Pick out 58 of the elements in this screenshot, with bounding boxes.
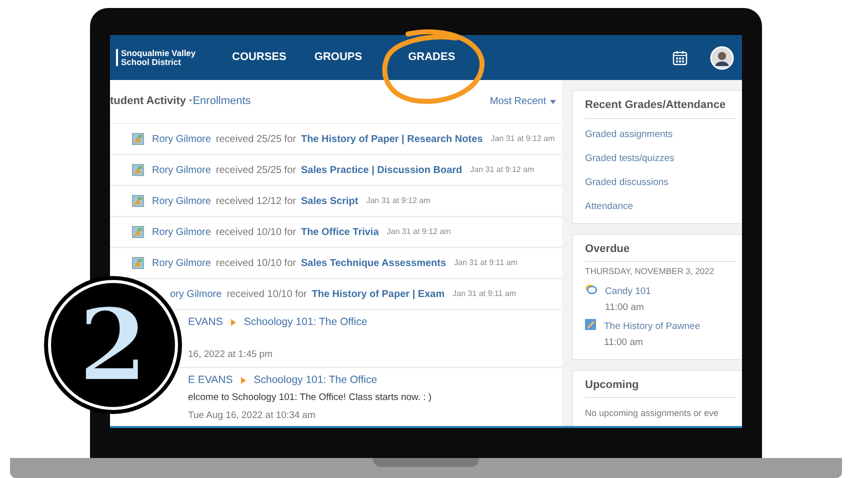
timestamp: Jan 31 at 9:12 am bbox=[386, 226, 451, 238]
sort-dropdown[interactable]: Most Recent bbox=[490, 94, 556, 109]
author-link[interactable]: EVANS bbox=[188, 315, 223, 331]
assignment-icon bbox=[585, 318, 596, 330]
activity-text: received 10/10 for bbox=[216, 226, 296, 240]
author-link[interactable]: E EVANS bbox=[188, 372, 233, 388]
nav-link[interactable]: GROUPS bbox=[314, 49, 362, 66]
card-title: Upcoming bbox=[585, 376, 736, 398]
empty-message: No upcoming assignments or eve bbox=[585, 408, 719, 418]
arrow-icon bbox=[240, 376, 246, 384]
avatar[interactable] bbox=[710, 46, 734, 70]
card-title: Recent Grades/Attendance bbox=[585, 97, 736, 118]
post-time: Tue Aug 16, 2022 at 10:34 am bbox=[188, 409, 316, 423]
sidebar-link[interactable]: Graded tests/quizzes bbox=[585, 152, 674, 164]
assignment-link[interactable]: The History of Paper | Research Notes bbox=[300, 132, 483, 146]
activity-text: received 10/10 for bbox=[226, 288, 307, 302]
arrow-icon bbox=[230, 319, 236, 326]
student-link[interactable]: Rory Gilmore bbox=[152, 132, 211, 146]
overdue-link[interactable]: Candy 101 bbox=[605, 286, 651, 297]
caret-icon bbox=[550, 100, 556, 104]
calendar-icon[interactable] bbox=[672, 50, 688, 66]
student-link[interactable]: Rory Gilmore bbox=[152, 194, 211, 208]
assignment-link[interactable]: Sales Script bbox=[300, 194, 358, 208]
student-link[interactable]: Rory Gilmore bbox=[152, 256, 211, 270]
date-heading: THURSDAY, NOVEMBER 3, 2022 bbox=[585, 265, 716, 278]
post-message: elcome to Schoology 101: The Office! Class starts now. : ) bbox=[188, 391, 432, 406]
student-link[interactable]: Rory Gilmore bbox=[152, 162, 211, 178]
nav-link[interactable]: COURSES bbox=[232, 49, 286, 66]
enrollments-link[interactable]: Enrollments bbox=[192, 93, 251, 110]
timestamp: Jan 31 at 9:12 am bbox=[366, 195, 430, 207]
activity-text: received 25/25 for bbox=[216, 132, 296, 146]
due-time: 11:00 am bbox=[604, 336, 643, 348]
course-link[interactable]: Schoology 101: The Office bbox=[254, 372, 378, 388]
timestamp: Jan 31 at 9:12 am bbox=[470, 164, 534, 176]
card-title: Overdue bbox=[585, 240, 736, 262]
overdue-link[interactable]: The History of Pawnee bbox=[604, 320, 700, 332]
due-time: 11:00 am bbox=[605, 302, 644, 313]
assignment-link[interactable]: The Office Trivia bbox=[300, 224, 379, 240]
activity-text: received 10/10 for bbox=[216, 256, 296, 270]
nav-link[interactable]: GRADES bbox=[408, 49, 456, 66]
sidebar-link[interactable]: Graded assignments bbox=[585, 128, 673, 140]
sidebar-link[interactable]: Attendance bbox=[585, 200, 634, 212]
assignment-link[interactable]: The History of Paper | Exam bbox=[312, 286, 445, 302]
timestamp: Jan 31 at 9:11 am bbox=[454, 257, 518, 269]
timestamp: Jan 31 at 9:12 am bbox=[490, 133, 555, 145]
timestamp: Jan 31 at 9:11 am bbox=[452, 288, 516, 300]
post-time: 16, 2022 at 1:45 pm bbox=[188, 348, 273, 362]
section-title: tudent Activity · bbox=[110, 94, 193, 110]
chat-bubble-icon bbox=[585, 284, 597, 295]
activity-text: received 25/25 for bbox=[216, 164, 296, 178]
course-link[interactable]: Schoology 101: The Office bbox=[244, 315, 368, 331]
sidebar-link[interactable]: Graded discussions bbox=[585, 176, 668, 188]
assignment-link[interactable]: Sales Practice | Discussion Board bbox=[300, 162, 462, 178]
student-link[interactable]: ory Gilmore bbox=[170, 286, 222, 302]
school-logo[interactable]: Snoqualmie Valley School District bbox=[116, 48, 212, 66]
activity-text: received 12/12 for bbox=[216, 194, 296, 208]
student-link[interactable]: Rory Gilmore bbox=[152, 224, 211, 240]
assignment-link[interactable]: Sales Technique Assessments bbox=[300, 256, 446, 270]
